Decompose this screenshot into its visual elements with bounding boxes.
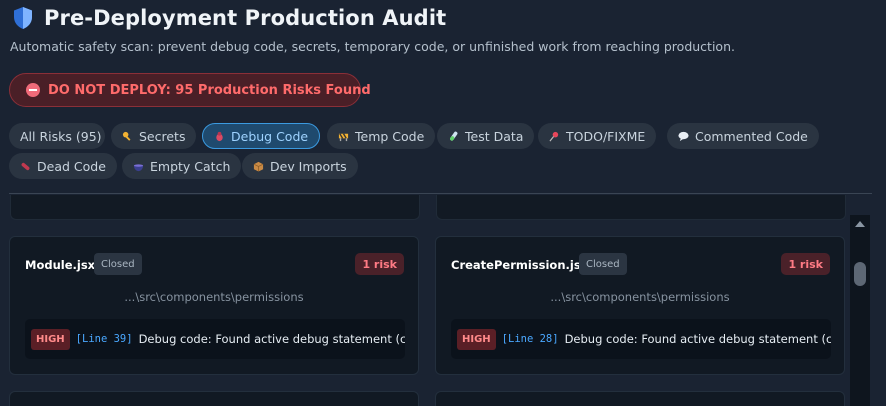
test-tube-icon — [450, 131, 458, 141]
package-icon — [253, 161, 264, 172]
speech-bubble-icon — [678, 131, 689, 141]
construction-icon — [338, 132, 349, 141]
file-card-partial[interactable] — [9, 391, 419, 406]
file-card-partial[interactable] — [435, 391, 845, 406]
issue-message: Debug code: Found active debug statement… — [564, 332, 831, 346]
filter-empty-catch[interactable]: Empty Catch — [122, 153, 242, 179]
chip-label: Debug Code — [231, 128, 309, 144]
filter-debug-code[interactable]: Debug Code — [202, 123, 321, 149]
divider — [9, 193, 872, 194]
issue-row[interactable]: HIGH [Line 28] Debug code: Found active … — [451, 319, 831, 359]
risk-count-badge: 1 risk — [781, 253, 830, 275]
capsule-icon — [21, 162, 30, 170]
risk-count-badge: 1 risk — [355, 253, 404, 275]
key-icon — [122, 131, 131, 141]
file-card-partial[interactable] — [436, 195, 846, 220]
severity-badge: HIGH — [457, 328, 496, 350]
pushpin-icon — [549, 131, 559, 141]
chip-label: Commented Code — [695, 128, 808, 144]
results-list[interactable]: Module.jsx Closed 1 risk ...\src\compone… — [0, 195, 846, 406]
line-reference[interactable]: [Line 39] — [76, 333, 133, 345]
issue-row[interactable]: HIGH [Line 39] Debug code: Found active … — [25, 319, 405, 359]
scrollbar-thumb[interactable] — [854, 262, 866, 286]
file-card[interactable]: Module.jsx Closed 1 risk ...\src\compone… — [9, 236, 419, 375]
filter-secrets[interactable]: Secrets — [111, 123, 197, 149]
page-subtitle: Automatic safety scan: prevent debug cod… — [10, 39, 735, 54]
chip-label: Temp Code — [355, 128, 425, 144]
filter-dead-code[interactable]: Dead Code — [9, 153, 117, 179]
chip-label: Test Data — [465, 128, 524, 144]
shield-icon — [14, 7, 32, 29]
chip-label: Empty Catch — [150, 158, 231, 174]
file-path: ...\src\components\permissions — [550, 290, 730, 304]
chip-label: Dev Imports — [270, 158, 347, 174]
file-card[interactable]: CreatePermission.jsx Closed 1 risk ...\s… — [435, 236, 845, 375]
scroll-up-arrow-icon[interactable] — [855, 221, 865, 227]
no-entry-icon — [26, 83, 40, 97]
filter-temp-code[interactable]: Temp Code — [327, 123, 436, 149]
vertical-scrollbar[interactable] — [850, 215, 870, 406]
issue-message: Debug code: Found active debug statement… — [138, 332, 405, 346]
line-reference[interactable]: [Line 28] — [502, 333, 559, 345]
chip-label: Secrets — [139, 128, 186, 144]
filter-commented-code[interactable]: Commented Code — [667, 123, 819, 149]
filter-todo-fixme[interactable]: TODO/FIXME — [538, 123, 657, 149]
file-name: CreatePermission.jsx — [451, 258, 589, 272]
file-card-partial[interactable] — [10, 195, 420, 220]
page-header: Pre-Deployment Production Audit — [12, 6, 446, 30]
chip-label: Dead Code — [37, 158, 106, 174]
filter-dev-imports[interactable]: Dev Imports — [242, 153, 358, 179]
page-title: Pre-Deployment Production Audit — [44, 6, 447, 30]
file-name: Module.jsx — [25, 258, 96, 272]
chip-label: All Risks (95) — [20, 128, 102, 144]
chip-label: TODO/FIXME — [566, 128, 646, 144]
filter-all-risks[interactable]: All Risks (95) — [9, 123, 105, 149]
alert-text: DO NOT DEPLOY: 95 Production Risks Found — [48, 82, 371, 98]
file-path: ...\src\components\permissions — [124, 290, 304, 304]
filter-test-data[interactable]: Test Data — [437, 123, 535, 149]
status-badge: Closed — [94, 253, 142, 275]
bug-icon — [216, 131, 223, 141]
status-badge: Closed — [579, 253, 627, 275]
bowl-icon — [133, 163, 144, 171]
severity-badge: HIGH — [31, 328, 70, 350]
deploy-alert-banner: DO NOT DEPLOY: 95 Production Risks Found — [9, 73, 371, 107]
